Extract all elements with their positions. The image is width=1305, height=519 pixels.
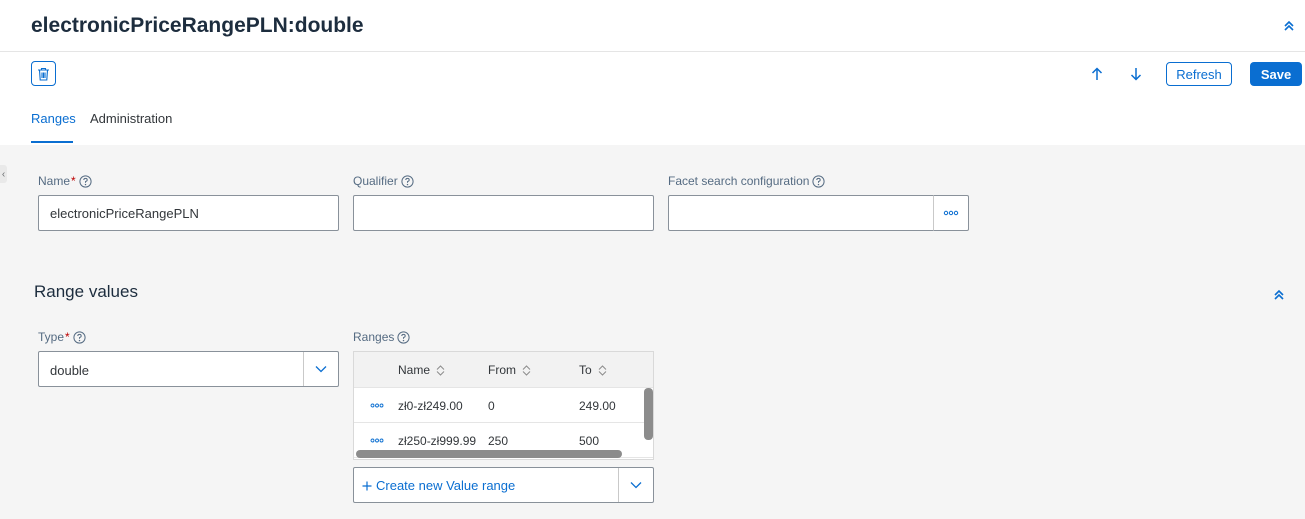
chevron-down-icon <box>315 366 327 373</box>
horizontal-scrollbar[interactable] <box>356 450 622 458</box>
chevron-down-icon <box>630 482 642 489</box>
trash-icon <box>38 67 49 81</box>
type-label: Type * <box>38 330 86 344</box>
create-value-range-menu[interactable]: Create new Value range <box>353 467 654 503</box>
column-header-name[interactable]: Name <box>398 363 445 377</box>
more-dots-icon <box>370 403 384 407</box>
facet-search-input[interactable] <box>668 195 934 231</box>
cell-name: zł0-zł249.00 <box>398 399 463 413</box>
table-row[interactable]: zł0-zł249.00 0 249.00 <box>354 388 653 423</box>
column-header-from[interactable]: From <box>488 363 531 377</box>
cell-from: 250 <box>488 434 509 448</box>
type-select-value: double <box>50 363 90 378</box>
required-mark: * <box>71 174 76 188</box>
table-header: Name From To <box>354 352 653 388</box>
type-dropdown-button[interactable] <box>303 352 338 386</box>
cell-to: 500 <box>579 434 600 448</box>
qualifier-input[interactable] <box>353 195 654 231</box>
question-circle-icon[interactable] <box>73 330 86 344</box>
required-mark: * <box>65 330 70 344</box>
column-header-to[interactable]: To <box>579 363 607 377</box>
sort-icon <box>598 364 607 376</box>
question-circle-icon[interactable] <box>401 174 414 188</box>
create-dropdown-button[interactable] <box>618 468 653 502</box>
tab-administration-label: Administration <box>90 111 173 126</box>
collapse-section-icon[interactable] <box>1270 286 1288 304</box>
sort-icon <box>436 364 445 376</box>
qualifier-label: Qualifier <box>353 174 414 188</box>
range-values-title: Range values <box>34 282 138 301</box>
question-circle-icon[interactable] <box>397 330 410 344</box>
create-value-range-button[interactable]: Create new Value range <box>362 478 515 493</box>
move-down-button[interactable] <box>1125 62 1147 86</box>
vertical-scrollbar[interactable] <box>644 388 653 440</box>
page-title: electronicPriceRangePLN:double <box>31 14 364 37</box>
facet-value-help-button[interactable] <box>933 195 969 231</box>
ranges-label: Ranges <box>353 330 410 344</box>
question-circle-icon[interactable] <box>812 174 826 188</box>
move-up-button[interactable] <box>1086 62 1108 86</box>
sort-icon <box>522 364 531 376</box>
name-input[interactable] <box>38 195 339 231</box>
refresh-button[interactable]: Refresh <box>1166 62 1232 86</box>
tab-selected-indicator <box>31 141 73 143</box>
ranges-table: Name From To zł0-zł249.00 0 249.00 zł250… <box>353 351 654 460</box>
header-divider <box>0 51 1305 52</box>
arrow-up-icon <box>1091 67 1103 80</box>
object-header: electronicPriceRangePLN:double Refresh S… <box>0 0 1305 145</box>
tab-ranges-label: Ranges <box>31 111 76 126</box>
collapse-header-icon[interactable] <box>1279 16 1299 36</box>
facet-label: Facet search configuration <box>668 174 826 188</box>
question-circle-icon[interactable] <box>79 174 92 188</box>
row-actions-button[interactable] <box>369 433 385 447</box>
cell-to: 249.00 <box>579 399 616 413</box>
more-dots-icon <box>370 438 384 442</box>
arrow-down-icon <box>1130 68 1142 81</box>
row-actions-button[interactable] <box>369 398 385 412</box>
cell-from: 0 <box>488 399 495 413</box>
delete-button[interactable] <box>31 61 56 86</box>
type-select[interactable]: double <box>38 351 339 387</box>
save-button[interactable]: Save <box>1250 62 1302 86</box>
side-panel-toggle[interactable]: ‹ <box>0 165 7 183</box>
tab-ranges[interactable]: Ranges <box>31 111 76 145</box>
tab-administration[interactable]: Administration <box>90 111 172 145</box>
plus-icon <box>362 481 372 490</box>
name-label: Name * <box>38 174 92 188</box>
more-dots-icon <box>943 210 959 216</box>
cell-name: zł250-zł999.99 <box>398 434 477 448</box>
